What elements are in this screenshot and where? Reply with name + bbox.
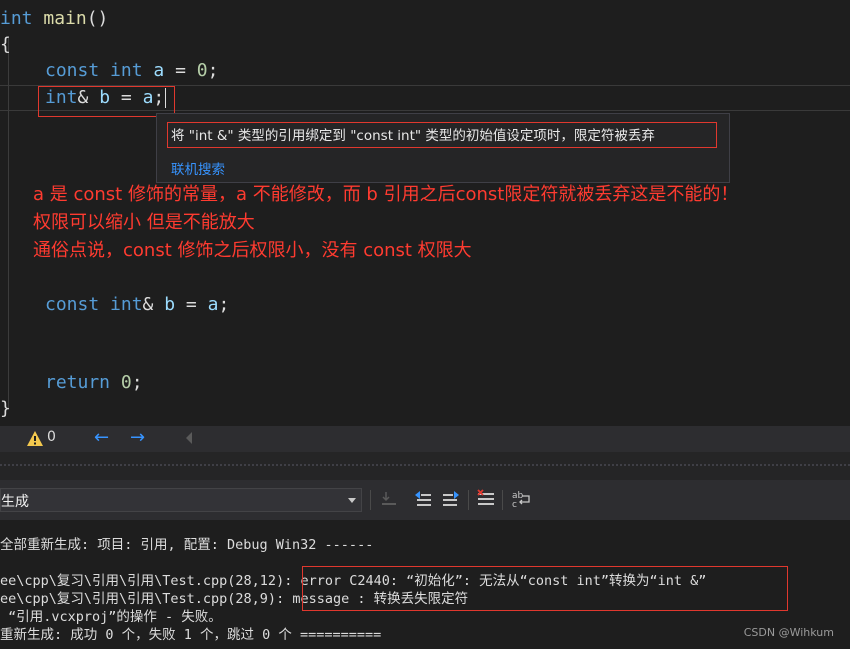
clear-all-icon[interactable]: [475, 488, 497, 510]
next-message-icon[interactable]: [440, 488, 462, 510]
semicolon: ;: [131, 372, 143, 393]
tooltip-message-highlight-box: [167, 122, 717, 148]
code-line-6[interactable]: return 0;: [45, 370, 143, 396]
code-line-3[interactable]: const int a = 0;: [45, 58, 218, 84]
output-source-value: 生成: [1, 494, 29, 510]
scroll-left-icon[interactable]: [186, 432, 192, 444]
previous-message-icon[interactable]: [412, 488, 434, 510]
nav-back-arrow-icon[interactable]: ←: [94, 427, 109, 449]
warning-count: 0: [47, 429, 56, 445]
keyword-return: return: [45, 372, 111, 393]
chevron-down-icon: [348, 498, 356, 503]
semicolon: ;: [207, 60, 219, 81]
find-message-in-code-icon[interactable]: [378, 488, 400, 510]
splitter-grip: [0, 464, 850, 466]
annotation-note-3: 通俗点说，const 修饰之后权限小，没有 const 权限大: [33, 240, 472, 261]
watermark: CSDN @Wihkum: [743, 626, 834, 639]
keyword-const: const: [45, 60, 100, 81]
parens: (): [86, 8, 109, 29]
code-line-5[interactable]: const int& b = a;: [45, 292, 229, 318]
warning-icon[interactable]: [26, 430, 44, 448]
code-line-2[interactable]: {: [0, 32, 11, 58]
close-brace: }: [0, 398, 11, 419]
output-source-dropdown[interactable]: 生成: [0, 488, 362, 512]
keyword-const: const: [45, 294, 100, 315]
assign-op: =: [164, 60, 197, 81]
keyword-int: int: [0, 8, 33, 29]
annotation-note-1: a 是 const 修饰的常量，a 不能修改，而 b 引用之后const限定符就…: [33, 184, 739, 205]
indent-guide: [8, 38, 9, 408]
svg-text:c: c: [512, 500, 517, 510]
annotation-note-2: 权限可以缩小 但是不能放大: [33, 212, 255, 233]
error-tooltip: 将 "int &" 类型的引用绑定到 "const int" 类型的初始值设定项…: [156, 113, 730, 183]
function-name: main: [43, 8, 87, 29]
editor-status-bar: 0 ← →: [0, 426, 850, 452]
assign-op: =: [175, 294, 208, 315]
output-line-result: “引用.vcxproj”的操作 - 失败。: [0, 609, 222, 625]
search-online-link[interactable]: 联机搜索: [171, 158, 225, 178]
nav-forward-arrow-icon[interactable]: →: [130, 427, 145, 449]
number-literal: 0: [120, 372, 132, 393]
variable-a: a: [207, 294, 219, 315]
output-toolbar: 生成 ab c: [0, 480, 850, 520]
semicolon: ;: [218, 294, 230, 315]
output-line-1: 全部重新生成: 项目: 引用, 配置: Debug Win32 ------: [0, 537, 374, 553]
number-literal: 0: [196, 60, 208, 81]
word-wrap-icon[interactable]: ab c: [510, 488, 532, 510]
code-line-1[interactable]: int main(): [0, 6, 108, 32]
output-line-summary: 重新生成: 成功 0 个，失败 1 个，跳过 0 个 ==========: [0, 627, 382, 643]
code-line-7[interactable]: }: [0, 396, 11, 422]
toolbar-separator: [502, 490, 503, 510]
toolbar-separator: [468, 490, 469, 510]
keyword-int: int: [110, 294, 143, 315]
variable-b: b: [164, 294, 176, 315]
code-editor[interactable]: int main() { const int a = 0; int& b = a…: [0, 0, 850, 426]
variable-a: a: [153, 60, 165, 81]
reference-amp: &: [142, 294, 154, 315]
pane-splitter[interactable]: [0, 452, 850, 480]
output-pane[interactable]: 全部重新生成: 项目: 引用, 配置: Debug Win32 ------ e…: [0, 520, 850, 649]
output-error-highlight-box: [302, 566, 788, 611]
error-line-highlight-box: [38, 86, 175, 117]
open-brace: {: [0, 34, 11, 55]
toolbar-separator: [370, 490, 371, 510]
keyword-int: int: [110, 60, 143, 81]
